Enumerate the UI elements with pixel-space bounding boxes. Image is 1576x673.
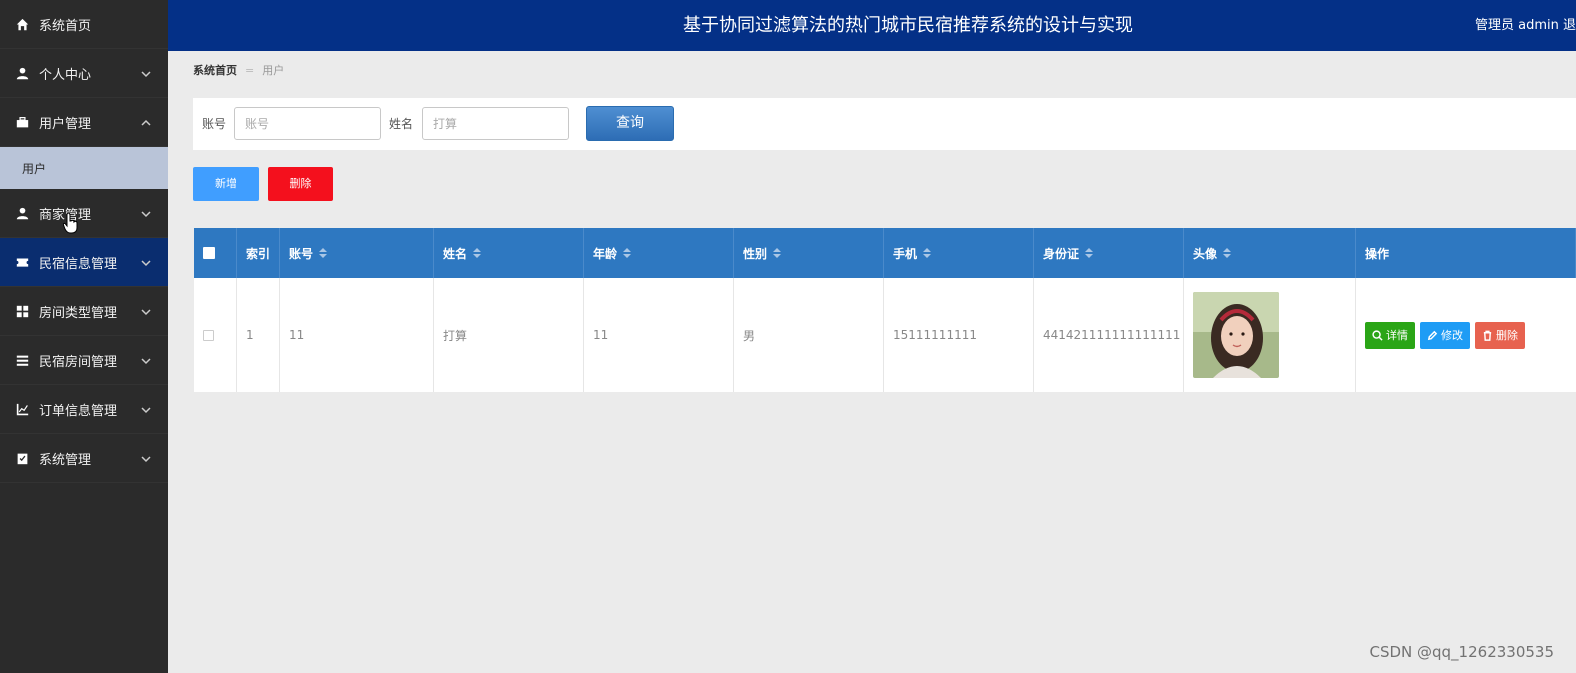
sidebar-item-label: 房间类型管理 xyxy=(39,305,118,321)
sort-icon[interactable] xyxy=(923,248,932,258)
sidebar-item-home[interactable]: 系统首页 xyxy=(0,0,168,49)
cell-name: 打算 xyxy=(434,278,584,392)
cell-index: 1 xyxy=(237,278,280,392)
header-index: 索引 xyxy=(237,228,280,278)
sidebar-item-system[interactable]: 系统管理 xyxy=(0,434,168,483)
sidebar-item-homestay-info[interactable]: 民宿信息管理 xyxy=(0,238,168,287)
sidebar: 系统首页 个人中心 用户管理 用户 商家管理 民宿信息管理 房间类型管理 民宿房… xyxy=(0,0,168,673)
sidebar-item-label: 民宿房间管理 xyxy=(39,354,118,370)
header-age[interactable]: 年龄 xyxy=(584,228,734,278)
sort-icon[interactable] xyxy=(319,248,328,258)
row-checkbox[interactable] xyxy=(203,329,214,341)
sort-icon[interactable] xyxy=(623,248,632,258)
add-button[interactable]: 新增 xyxy=(193,167,259,201)
cell-id-card: 441421111111111111 xyxy=(1034,278,1184,392)
sidebar-item-user-management[interactable]: 用户管理 xyxy=(0,98,168,147)
name-label: 姓名 xyxy=(389,117,414,131)
ticket-icon xyxy=(15,255,29,269)
user-table: 索引 账号 姓名 年龄 性别 手机 身份证 头像 操作 1 11 打算 11 男… xyxy=(194,228,1576,392)
cell-phone: 15111111111 xyxy=(884,278,1034,392)
chevron-up-icon xyxy=(141,117,151,127)
edit-icon xyxy=(1427,330,1438,340)
header-select-all[interactable] xyxy=(194,228,237,278)
cell-age: 11 xyxy=(584,278,734,392)
sidebar-item-room-type[interactable]: 房间类型管理 xyxy=(0,287,168,336)
batch-delete-button[interactable]: 删除 xyxy=(268,167,333,201)
sidebar-item-label: 个人中心 xyxy=(39,67,92,83)
chevron-down-icon xyxy=(141,257,151,267)
sidebar-item-label: 系统管理 xyxy=(39,452,92,468)
name-search-input[interactable] xyxy=(422,107,569,140)
chart-icon xyxy=(15,402,29,416)
header-gender[interactable]: 性别 xyxy=(734,228,884,278)
user-icon xyxy=(15,206,29,220)
chevron-down-icon xyxy=(141,306,151,316)
account-search-input[interactable] xyxy=(234,107,381,140)
header-operations: 操作 xyxy=(1356,228,1576,278)
clipboard-icon xyxy=(15,451,29,465)
cell-operations: 详情 修改 删除 xyxy=(1356,278,1576,392)
sidebar-item-label: 订单信息管理 xyxy=(39,403,118,419)
sort-icon[interactable] xyxy=(1085,248,1094,258)
search-panel: 账号 姓名 查询 xyxy=(193,98,1576,150)
breadcrumb-home[interactable]: 系统首页 xyxy=(193,62,237,78)
header-phone[interactable]: 手机 xyxy=(884,228,1034,278)
header-id-card[interactable]: 身份证 xyxy=(1034,228,1184,278)
table-header: 索引 账号 姓名 年龄 性别 手机 身份证 头像 操作 xyxy=(194,228,1576,278)
header-name[interactable]: 姓名 xyxy=(434,228,584,278)
grid-icon xyxy=(15,304,29,318)
chevron-down-icon xyxy=(141,355,151,365)
sort-icon[interactable] xyxy=(473,248,482,258)
breadcrumb: 系统首页 = 用户 xyxy=(193,62,284,78)
user-icon xyxy=(15,66,29,80)
delete-row-button[interactable]: 删除 xyxy=(1475,321,1525,349)
sidebar-item-profile[interactable]: 个人中心 xyxy=(0,49,168,98)
top-header: 基于协同过滤算法的热门城市民宿推荐系统的设计与实现 管理员 admin 退 xyxy=(168,0,1576,51)
watermark: CSDN @qq_1262330535 xyxy=(1369,643,1554,661)
sidebar-item-label: 用户管理 xyxy=(39,116,92,132)
hand-cursor-icon xyxy=(63,212,78,234)
detail-button[interactable]: 详情 xyxy=(1365,321,1415,349)
chevron-down-icon xyxy=(141,453,151,463)
cell-gender: 男 xyxy=(734,278,884,392)
breadcrumb-current: 用户 xyxy=(262,64,285,77)
account-label: 账号 xyxy=(202,117,227,131)
sidebar-item-merchant[interactable]: 商家管理 xyxy=(0,189,168,238)
sidebar-item-order[interactable]: 订单信息管理 xyxy=(0,385,168,434)
sidebar-subitem-user[interactable]: 用户 xyxy=(0,147,168,189)
list-icon xyxy=(15,353,29,367)
search-icon xyxy=(1372,329,1383,341)
sidebar-item-label: 民宿信息管理 xyxy=(39,256,118,272)
sort-icon[interactable] xyxy=(773,248,782,258)
briefcase-icon xyxy=(15,115,29,129)
sidebar-item-homestay-room[interactable]: 民宿房间管理 xyxy=(0,336,168,385)
page-title: 基于协同过滤算法的热门城市民宿推荐系统的设计与实现 xyxy=(683,15,1133,36)
chevron-down-icon xyxy=(141,68,151,78)
cell-avatar xyxy=(1184,278,1356,392)
home-icon xyxy=(15,17,29,31)
sidebar-item-label: 系统首页 xyxy=(39,18,92,34)
chevron-down-icon xyxy=(141,208,151,218)
trash-icon xyxy=(1483,330,1492,341)
chevron-down-icon xyxy=(141,404,151,414)
edit-button[interactable]: 修改 xyxy=(1420,321,1470,349)
header-account[interactable]: 账号 xyxy=(280,228,434,278)
admin-user-label[interactable]: 管理员 admin 退 xyxy=(1475,0,1576,51)
header-avatar[interactable]: 头像 xyxy=(1184,228,1356,278)
row-select[interactable] xyxy=(194,278,237,392)
breadcrumb-separator: = xyxy=(245,63,255,77)
cell-account: 11 xyxy=(280,278,434,392)
avatar xyxy=(1193,292,1279,378)
select-all-checkbox[interactable] xyxy=(203,247,215,259)
table-row: 1 11 打算 11 男 15111111111 441421111111111… xyxy=(194,278,1576,392)
sidebar-subitem-label: 用户 xyxy=(22,161,47,176)
query-button[interactable]: 查询 xyxy=(586,106,674,141)
sort-icon[interactable] xyxy=(1223,248,1232,258)
